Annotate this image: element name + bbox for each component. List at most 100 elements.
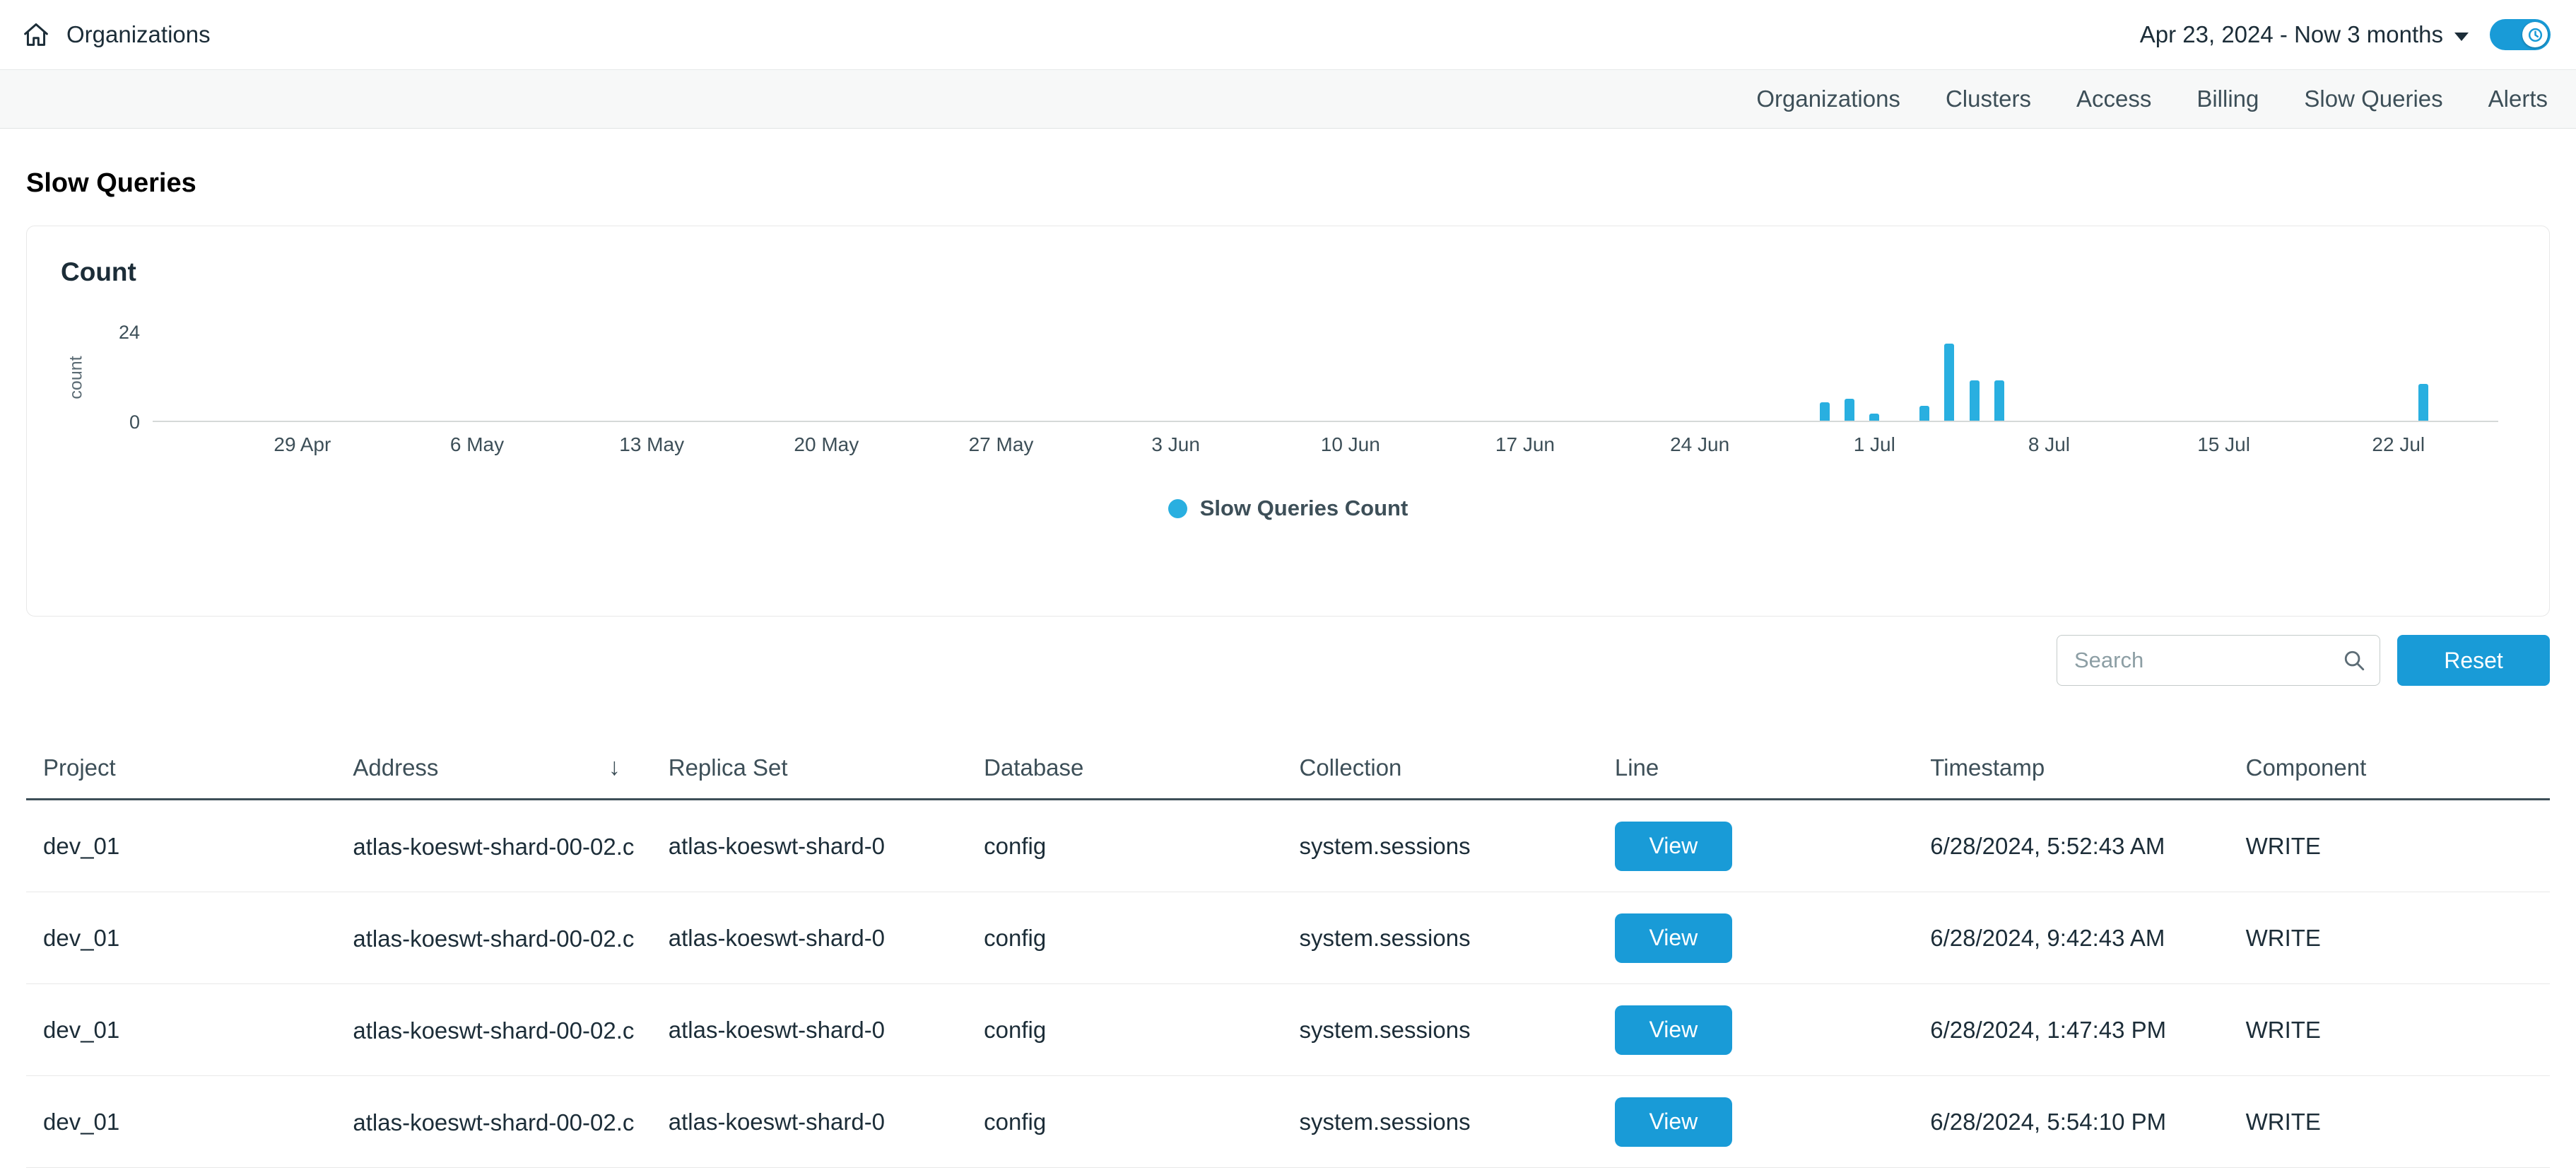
chart-y-axis-label: count xyxy=(66,356,87,399)
y-tick-label: 24 xyxy=(119,321,140,344)
table-row: dev_01 atlas-koeswt-shard-00-02.cratlas-k… xyxy=(26,1076,2550,1168)
legend-dot xyxy=(1168,499,1187,518)
column-header-component[interactable]: Component xyxy=(2235,754,2550,781)
column-header-address[interactable]: Address↓ xyxy=(341,754,657,781)
cell-component-text: WRITE xyxy=(2246,925,2321,951)
nav-item-slow-queries[interactable]: Slow Queries xyxy=(2304,86,2442,112)
cell-address: atlas-koeswt-shard-00-02.cr xyxy=(341,923,657,952)
breadcrumb: Organizations xyxy=(21,20,211,49)
cell-project-text: dev_01 xyxy=(43,1109,119,1135)
cell-project: dev_01 xyxy=(26,925,341,952)
chart-title: Count xyxy=(61,257,2515,287)
x-tick-label: 15 Jul xyxy=(2197,433,2250,456)
cell-database: config xyxy=(972,833,1288,860)
table-header-row: Project Address↓ Replica Set Database Collec… xyxy=(26,754,2550,800)
cell-project: dev_01 xyxy=(26,1109,341,1135)
chevron-down-icon xyxy=(2454,33,2469,41)
x-tick-label: 1 Jul xyxy=(1854,433,1895,456)
cell-address: atlas-koeswt-shard-00-02.cr xyxy=(341,831,657,860)
cell-database: config xyxy=(972,1109,1288,1135)
chart-bar xyxy=(1845,399,1854,421)
column-header-project[interactable]: Project xyxy=(26,754,341,781)
search-input[interactable] xyxy=(2057,635,2380,686)
slow-queries-table: Project Address↓ Replica Set Database Collec… xyxy=(26,754,2550,1168)
cell-timestamp-text: 6/28/2024, 1:47:43 PM xyxy=(1930,1017,2166,1043)
nav-item-billing[interactable]: Billing xyxy=(2196,86,2259,112)
view-button[interactable]: View xyxy=(1615,1005,1732,1055)
cell-timestamp: 6/28/2024, 9:42:43 AM xyxy=(1919,925,2234,952)
date-range-label: Apr 23, 2024 - Now 3 months xyxy=(2140,21,2443,48)
cell-line: View xyxy=(1604,822,1919,871)
breadcrumb-organizations[interactable]: Organizations xyxy=(66,21,211,48)
cell-address: atlas-koeswt-shard-00-02.cr xyxy=(341,1107,657,1135)
clock-icon xyxy=(2527,26,2544,44)
column-header-database[interactable]: Database xyxy=(972,754,1288,781)
page-title: Slow Queries xyxy=(26,168,2550,199)
top-nav: Organizations Clusters Access Billing Slow Q… xyxy=(0,69,2576,129)
cell-database: config xyxy=(972,1017,1288,1044)
column-header-label: Replica Set xyxy=(669,754,788,781)
nav-item-access[interactable]: Access xyxy=(2076,86,2151,112)
x-tick-label: 8 Jul xyxy=(2028,433,2070,456)
cell-line: View xyxy=(1604,1005,1919,1055)
column-header-collection[interactable]: Collection xyxy=(1288,754,1604,781)
chart-bar xyxy=(1994,380,2004,421)
table-body: dev_01atlas-koeswt-shard-00-02.cratlas-k… xyxy=(26,800,2550,1168)
column-header-label: Database xyxy=(984,754,1083,781)
column-header-timestamp[interactable]: Timestamp xyxy=(1919,754,2234,781)
chart-bar xyxy=(1919,406,1929,421)
nav-item-clusters[interactable]: Clusters xyxy=(1946,86,2031,112)
cell-address-text: atlas-koeswt-shard-00-02.cr xyxy=(353,1017,635,1044)
column-header-label: Timestamp xyxy=(1930,754,2045,781)
cell-project: dev_01 xyxy=(26,833,341,860)
cell-database-text: config xyxy=(984,1109,1046,1135)
cell-component: WRITE xyxy=(2235,1017,2550,1044)
cell-collection-text: system.sessions xyxy=(1300,833,1471,859)
cell-component-text: WRITE xyxy=(2246,1109,2321,1135)
sort-desc-icon[interactable]: ↓ xyxy=(608,754,621,781)
auto-refresh-toggle[interactable] xyxy=(2490,19,2551,50)
home-icon[interactable] xyxy=(21,20,51,49)
view-button[interactable]: View xyxy=(1615,913,1732,963)
cell-replica-set: atlas-koeswt-shard-0 xyxy=(657,1109,972,1135)
header-right-group: Apr 23, 2024 - Now 3 months xyxy=(2140,19,2551,50)
cell-line: View xyxy=(1604,913,1919,963)
view-button[interactable]: View xyxy=(1615,1097,1732,1147)
cell-replica-set: atlas-koeswt-shard-0 xyxy=(657,1017,972,1044)
cell-project-text: dev_01 xyxy=(43,1017,119,1043)
x-tick-label: 20 May xyxy=(794,433,859,456)
table-row: dev_01atlas-koeswt-shard-00-02.cratlas-k… xyxy=(26,800,2550,892)
column-header-label: Project xyxy=(43,754,116,781)
slow-queries-chart: count 240 29 Apr6 May13 May20 May27 May3… xyxy=(61,332,2498,422)
chart-y-ticks: 240 xyxy=(92,332,153,422)
cell-database-text: config xyxy=(984,1017,1046,1043)
reset-button[interactable]: Reset xyxy=(2397,635,2550,686)
column-header-line[interactable]: Line xyxy=(1604,754,1919,781)
top-header: Organizations Apr 23, 2024 - Now 3 month… xyxy=(0,0,2576,69)
cell-address-text: atlas-koeswt-shard-00-02.cr xyxy=(353,925,635,952)
chart-plot: 29 Apr6 May13 May20 May27 May3 Jun10 Jun… xyxy=(153,332,2498,422)
cell-replica-set-text: atlas-koeswt-shard-0 xyxy=(669,925,885,951)
cell-collection-text: system.sessions xyxy=(1300,1109,1471,1135)
cell-component: WRITE xyxy=(2235,925,2550,952)
nav-item-organizations[interactable]: Organizations xyxy=(1756,86,1900,112)
cell-collection: system.sessions xyxy=(1288,833,1604,860)
chart-legend: Slow Queries Count xyxy=(61,496,2515,521)
nav-item-alerts[interactable]: Alerts xyxy=(2488,86,2548,112)
chart-bar xyxy=(1869,414,1879,421)
search-box xyxy=(2057,635,2380,686)
view-button[interactable]: View xyxy=(1615,822,1732,871)
table-row: dev_01 atlas-koeswt-shard-00-02.cr atlas-k… xyxy=(26,892,2550,984)
page-content: Slow Queries Count count 240 29 Apr6 May… xyxy=(0,168,2576,1168)
y-tick-label: 0 xyxy=(129,411,140,433)
chart-y-axis-label-wrap: count xyxy=(61,332,92,422)
legend-label: Slow Queries Count xyxy=(1200,496,1408,521)
x-tick-label: 10 Jun xyxy=(1321,433,1380,456)
cell-timestamp: 6/28/2024, 1:47:43 PM xyxy=(1919,1017,2234,1044)
column-header-replica-set[interactable]: Replica Set xyxy=(657,754,972,781)
date-range-picker[interactable]: Apr 23, 2024 - Now 3 months xyxy=(2140,21,2469,48)
cell-replica-set-text: atlas-koeswt-shard-0 xyxy=(669,1017,885,1043)
cell-project-text: dev_01 xyxy=(43,833,119,859)
x-tick-label: 6 May xyxy=(450,433,504,456)
x-tick-label: 27 May xyxy=(969,433,1034,456)
